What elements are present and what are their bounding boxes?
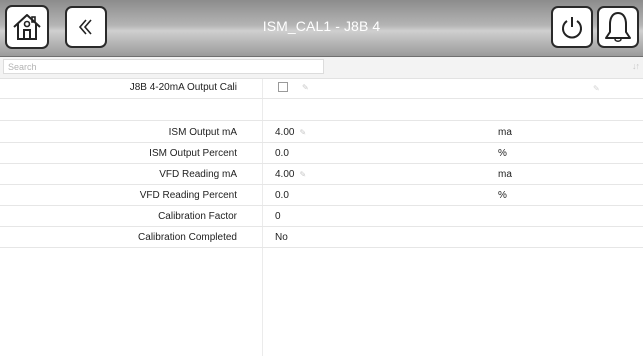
row-value: 0.0 [275,190,289,201]
row-label: VFD Reading Percent [139,190,237,201]
row-label: ISM Output mA [168,127,237,138]
section-checkbox[interactable] [278,82,288,92]
row-label: ISM Output Percent [149,148,237,159]
section-row: J8B 4-20mA Output Cali ✎ ✎ [0,79,643,99]
table-row[interactable]: VFD Reading Percent 0.0 % [0,186,643,206]
table-row[interactable]: VFD Reading mA 4.00 ✎ ma [0,165,643,185]
row-unit: % [498,190,507,201]
row-value: 0 [275,211,281,222]
section-label: J8B 4-20mA Output Cali [129,82,237,93]
search-bar: ↓↑ [0,57,643,79]
row-label: Calibration Completed [138,232,237,243]
row-value: No [275,232,288,243]
screen: ISM_CAL1 - J8B 4 ↓↑ [0,0,643,356]
row-label: VFD Reading mA [159,169,237,180]
row-unit: ma [498,169,512,180]
spacer-row [0,103,643,121]
sort-icon[interactable]: ↓↑ [632,61,640,71]
header-bar: ISM_CAL1 - J8B 4 [0,0,643,57]
bell-icon [603,10,633,44]
parameter-table: J8B 4-20mA Output Cali ✎ ✎ ISM Output mA… [0,79,643,356]
table-row[interactable]: Calibration Factor 0 [0,207,643,227]
row-label: Calibration Factor [158,211,237,222]
row-unit: % [498,148,507,159]
pencil-icon[interactable]: ✎ [299,128,306,137]
page-title: ISM_CAL1 - J8B 4 [262,18,381,34]
power-icon [558,13,586,41]
table-row[interactable]: ISM Output mA 4.00 ✎ ma [0,123,643,143]
pencil-icon[interactable]: ✎ [302,83,309,92]
row-value[interactable]: 4.00 ✎ [275,169,306,180]
pencil-icon: ✎ [593,84,600,93]
alarm-button[interactable] [597,6,639,48]
row-value[interactable]: 4.00 ✎ [275,127,306,138]
pencil-icon[interactable]: ✎ [299,170,306,179]
table-row[interactable]: ISM Output Percent 0.0 % [0,144,643,164]
row-unit: ma [498,127,512,138]
power-button[interactable] [551,6,593,48]
table-row[interactable]: Calibration Completed No [0,228,643,248]
search-input[interactable] [3,59,324,74]
row-value: 0.0 [275,148,289,159]
